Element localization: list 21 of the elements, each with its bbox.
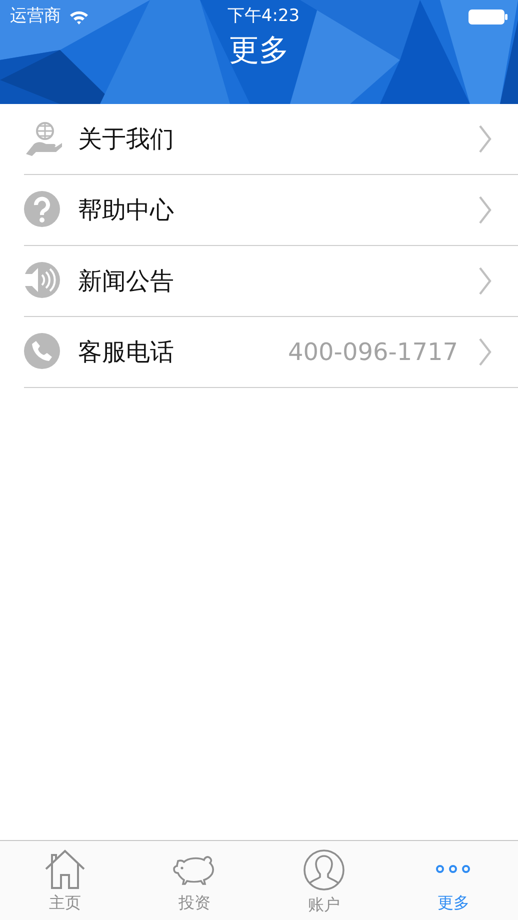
carrier-text: 运营商 xyxy=(10,5,61,28)
chevron-right-icon xyxy=(478,337,492,367)
phone-icon xyxy=(24,333,62,371)
menu-item-label[interactable]: 客服电话 xyxy=(78,334,174,370)
battery-icon xyxy=(468,9,508,25)
phone-number: 400-096-1717 xyxy=(288,337,458,368)
more-icon xyxy=(435,865,472,873)
chevron-right-icon xyxy=(478,195,492,225)
page-title: 更多 xyxy=(229,33,289,68)
house-icon xyxy=(44,849,86,889)
wifi-icon xyxy=(69,10,89,24)
chevron-right-icon xyxy=(478,266,492,296)
chevron-right-icon xyxy=(478,124,492,154)
help-icon xyxy=(24,191,62,229)
menu-item-label[interactable]: 帮助中心 xyxy=(78,192,174,228)
speaker-icon xyxy=(24,262,62,300)
time-text: 下午4:23 xyxy=(227,5,301,28)
menu-item-label[interactable]: 新闻公告 xyxy=(78,263,174,299)
menu-item-label[interactable]: 关于我们 xyxy=(78,121,174,157)
user-icon xyxy=(302,849,345,891)
globe-hand-icon xyxy=(24,120,62,158)
